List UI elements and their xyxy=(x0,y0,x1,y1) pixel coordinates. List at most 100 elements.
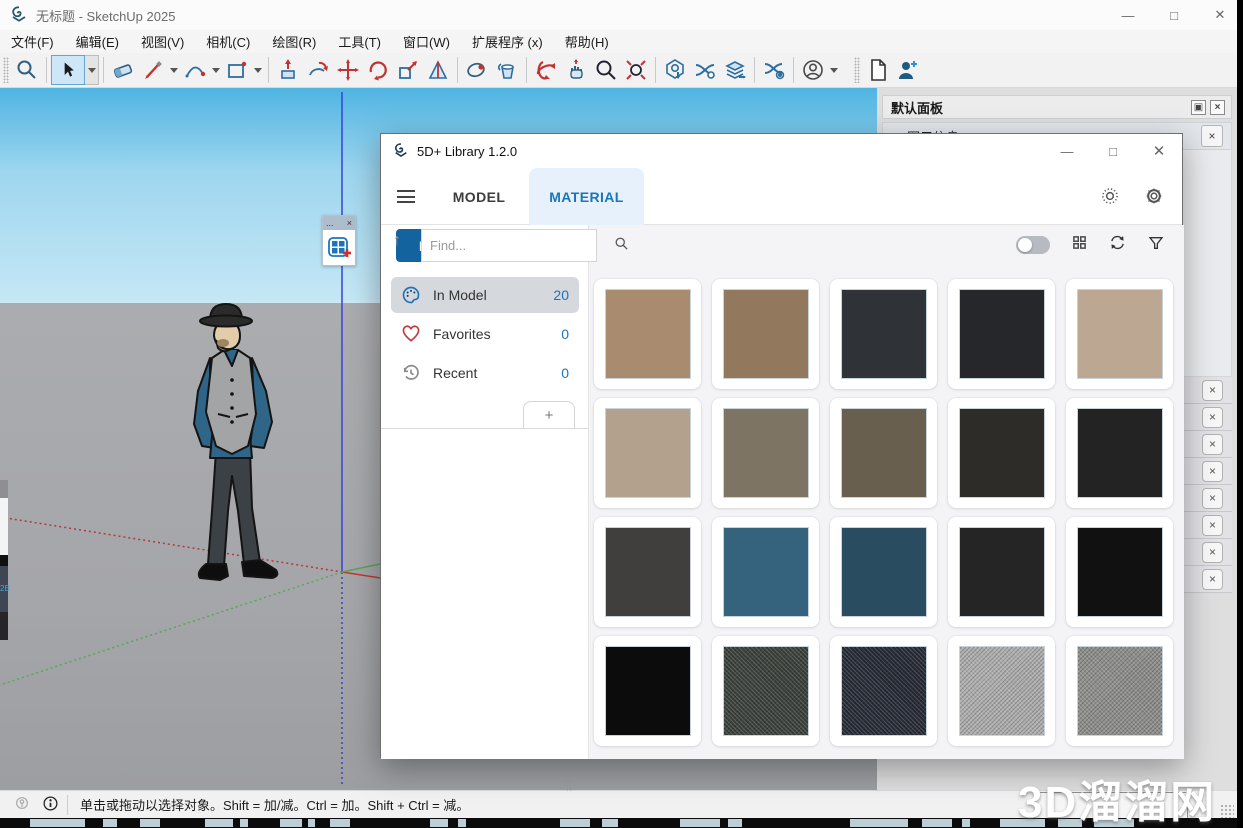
line-tool-dropdown[interactable] xyxy=(170,68,178,73)
panel-close-icon[interactable]: × xyxy=(1202,515,1223,536)
orbit-tool-icon[interactable] xyxy=(531,55,561,85)
panel-close-icon[interactable]: × xyxy=(1202,569,1223,590)
material-card-18[interactable] xyxy=(830,636,937,746)
statusbar-drag-handle[interactable] xyxy=(566,781,572,791)
dialog-close-button[interactable]: ✕ xyxy=(1136,136,1182,166)
material-card-10[interactable] xyxy=(1066,398,1173,508)
view-toggle-switch[interactable] xyxy=(1016,236,1050,254)
panel-close-icon[interactable]: × xyxy=(1202,380,1223,401)
material-card-7[interactable] xyxy=(712,398,819,508)
menu-item-5[interactable]: 工具(T) xyxy=(327,32,392,51)
menu-item-7[interactable]: 扩展程序 (x) xyxy=(461,32,554,51)
followme-tool-icon[interactable] xyxy=(303,55,333,85)
arc-tool-dropdown[interactable] xyxy=(212,68,220,73)
toolbar-drag-handle-2[interactable] xyxy=(854,57,860,83)
hamburger-menu-icon[interactable] xyxy=(397,190,415,203)
material-card-20[interactable] xyxy=(1066,636,1173,746)
person-figure[interactable] xyxy=(180,296,300,590)
extension-settings-icon[interactable] xyxy=(759,55,789,85)
select-tool-button[interactable] xyxy=(51,55,85,85)
material-card-9[interactable] xyxy=(948,398,1055,508)
dialog-maximize-button[interactable]: □ xyxy=(1090,136,1136,166)
extension-download-icon[interactable] xyxy=(660,55,690,85)
pan-tool-icon[interactable] xyxy=(561,55,591,85)
tab-model[interactable]: MODEL xyxy=(441,168,517,225)
menu-item-6[interactable]: 窗口(W) xyxy=(392,32,461,51)
nav-recent[interactable]: Recent 0 xyxy=(391,355,579,391)
rotate-tool-icon[interactable] xyxy=(363,55,393,85)
line-tool-icon[interactable] xyxy=(138,55,168,85)
tray-close-icon[interactable]: × xyxy=(1210,100,1225,115)
rectangle-tool-dropdown[interactable] xyxy=(254,68,262,73)
menu-item-4[interactable]: 绘图(R) xyxy=(261,32,327,51)
material-card-1[interactable] xyxy=(594,279,701,389)
account-icon[interactable] xyxy=(798,55,828,85)
material-card-3[interactable] xyxy=(830,279,937,389)
geolocation-icon[interactable] xyxy=(14,795,30,814)
material-card-13[interactable] xyxy=(830,517,937,627)
material-card-15[interactable] xyxy=(1066,517,1173,627)
dimension-tool-icon[interactable] xyxy=(423,55,453,85)
select-tool-dropdown[interactable] xyxy=(85,55,99,85)
grid-view-icon[interactable] xyxy=(1072,235,1087,255)
tray-pin-icon[interactable]: ▣ xyxy=(1191,100,1206,115)
search-input[interactable] xyxy=(422,238,614,253)
zoom-extents-icon[interactable] xyxy=(621,55,651,85)
rectangle-tool-icon[interactable] xyxy=(222,55,252,85)
panel-close-icon[interactable]: × xyxy=(1202,407,1223,428)
menu-item-1[interactable]: 编辑(E) xyxy=(65,32,130,51)
menu-item-3[interactable]: 相机(C) xyxy=(195,32,261,51)
material-card-17[interactable] xyxy=(712,636,819,746)
add-collection-button[interactable]: + xyxy=(523,401,575,429)
eraser-tool-icon[interactable] xyxy=(108,55,138,85)
material-card-11[interactable] xyxy=(594,517,701,627)
resize-grip[interactable] xyxy=(1220,804,1234,818)
menu-item-2[interactable]: 视图(V) xyxy=(130,32,195,51)
material-card-14[interactable] xyxy=(948,517,1055,627)
menu-item-8[interactable]: 帮助(H) xyxy=(554,32,620,51)
material-card-19[interactable] xyxy=(948,636,1055,746)
theme-brightness-icon[interactable] xyxy=(1100,186,1120,211)
material-card-8[interactable] xyxy=(830,398,937,508)
material-card-12[interactable] xyxy=(712,517,819,627)
panel-close-icon[interactable]: × xyxy=(1202,461,1223,482)
nav-favorites[interactable]: Favorites 0 xyxy=(391,316,579,352)
tab-material[interactable]: MATERIAL xyxy=(529,168,644,225)
panel-close-icon[interactable]: × xyxy=(1202,488,1223,509)
info-icon[interactable] xyxy=(42,795,59,815)
settings-gear-icon[interactable] xyxy=(1144,186,1164,211)
pushpull-tool-icon[interactable] xyxy=(273,55,303,85)
sort-up-arrow-icon[interactable]: ↑ xyxy=(393,232,401,250)
refresh-icon[interactable] xyxy=(1109,234,1126,256)
move-tool-icon[interactable] xyxy=(333,55,363,85)
scale-tool-icon[interactable] xyxy=(393,55,423,85)
search-tool-icon[interactable] xyxy=(12,55,42,85)
maximize-button[interactable]: □ xyxy=(1151,0,1197,30)
add-person-icon[interactable] xyxy=(893,55,923,85)
material-card-2[interactable] xyxy=(712,279,819,389)
toolbar-drag-handle[interactable] xyxy=(3,57,9,83)
extension-mini-toolbar[interactable]: ... × xyxy=(322,215,356,266)
new-document-icon[interactable] xyxy=(863,55,893,85)
minimize-button[interactable]: — xyxy=(1105,0,1151,30)
dialog-title-bar[interactable]: 5D+ Library 1.2.0 — □ ✕ xyxy=(381,134,1182,168)
panel-close-icon[interactable]: × xyxy=(1202,542,1223,563)
panel-close-icon[interactable]: × xyxy=(1202,434,1223,455)
paint-bucket-icon[interactable] xyxy=(492,55,522,85)
material-card-5[interactable] xyxy=(1066,279,1173,389)
arc-tool-icon[interactable] xyxy=(180,55,210,85)
library-launcher-button[interactable] xyxy=(323,230,355,265)
filter-funnel-icon[interactable] xyxy=(1148,235,1164,256)
material-card-4[interactable] xyxy=(948,279,1055,389)
dialog-minimize-button[interactable]: — xyxy=(1044,136,1090,166)
mini-toolbar-close-icon[interactable]: × xyxy=(347,218,352,228)
zoom-tool-icon[interactable] xyxy=(591,55,621,85)
mini-toolbar-dots[interactable]: ... xyxy=(326,218,334,228)
lasso-tool-icon[interactable] xyxy=(462,55,492,85)
extension-layers-icon[interactable] xyxy=(720,55,750,85)
account-dropdown[interactable] xyxy=(830,68,838,73)
nav-in-model[interactable]: In Model 20 xyxy=(391,277,579,313)
entity-info-close-icon[interactable]: × xyxy=(1201,125,1223,147)
menu-item-0[interactable]: 文件(F) xyxy=(0,32,65,51)
extension-sync-icon[interactable] xyxy=(690,55,720,85)
